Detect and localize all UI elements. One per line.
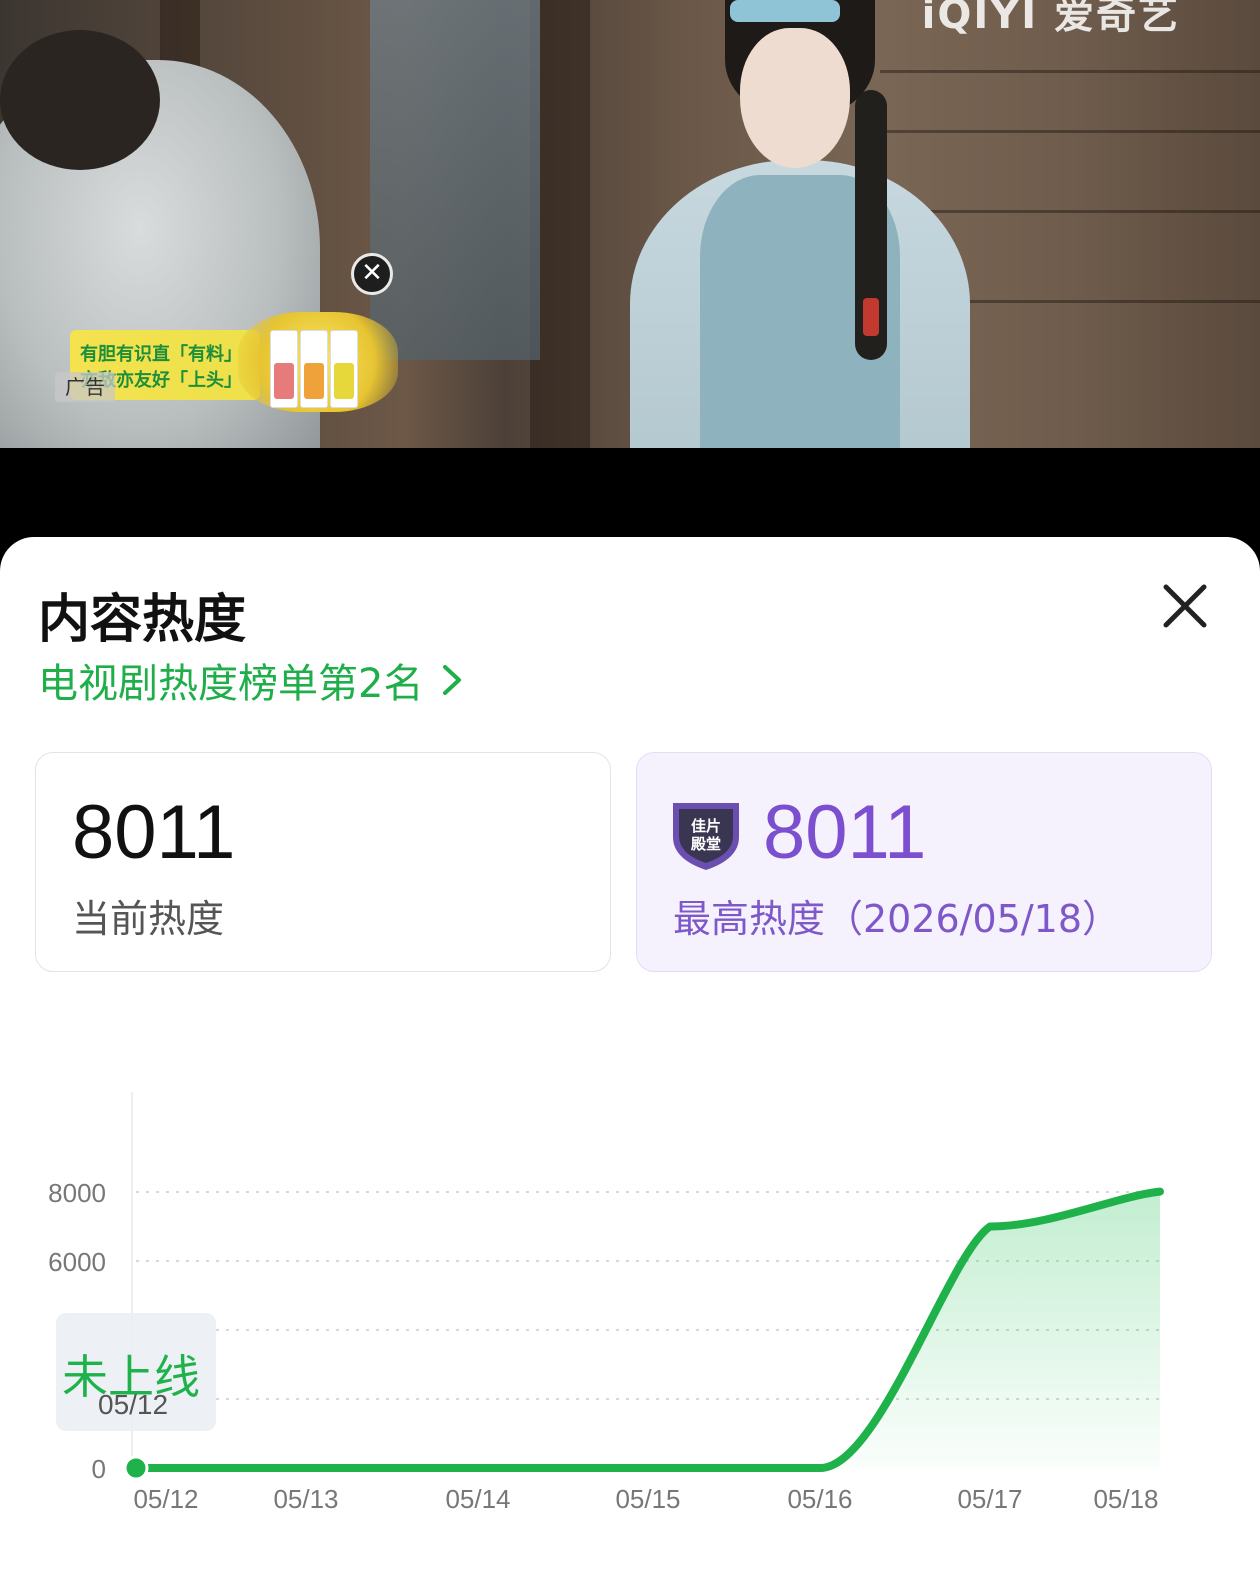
- curtain: [370, 0, 540, 360]
- close-icon[interactable]: [1160, 581, 1210, 631]
- iqiyi-watermark: iQIYI 爱奇艺: [921, 0, 1180, 38]
- y-tick-label: 8000: [48, 1178, 106, 1208]
- content-heat-panel: 内容热度 电视剧热度榜单第2名 8011 当前热度 佳片 殿堂 8011 最高热…: [0, 537, 1260, 1581]
- current-heat-label: 当前热度: [72, 897, 225, 941]
- peak-heat-value: 8011: [763, 790, 927, 875]
- rank-text: 电视剧热度榜单第2名: [38, 661, 424, 707]
- x-tick-label: 05/12: [133, 1484, 198, 1514]
- ad-line-1: 有胆有识直「有料」: [80, 344, 242, 365]
- badge-text-1: 佳片: [691, 817, 721, 835]
- x-tick-label: 05/18: [1093, 1484, 1158, 1514]
- panel-title: 内容热度: [38, 590, 247, 650]
- ad-label: 广告: [55, 372, 115, 402]
- braid-tie: [863, 298, 879, 336]
- chart-tooltip: 未上线 05/12: [56, 1313, 216, 1431]
- data-point-05-12[interactable]: [123, 1455, 149, 1481]
- x-tick-label: 05/15: [615, 1484, 680, 1514]
- actress-figure: [630, 0, 970, 448]
- badge-text-2: 殿堂: [690, 835, 721, 853]
- video-player[interactable]: iQIYI 爱奇艺 ✕ 有胆有识直「有料」 亦敌亦友好「上头」 广告: [0, 0, 1260, 448]
- hair-band: [730, 0, 840, 22]
- face: [740, 28, 850, 168]
- hall-of-fame-shield-icon: 佳片 殿堂: [673, 803, 739, 870]
- x-tick-label: 05/17: [957, 1484, 1022, 1514]
- chevron-right-icon: [443, 665, 462, 695]
- x-tick-label: 05/13: [273, 1484, 338, 1514]
- ad-product-image[interactable]: [238, 312, 398, 412]
- ad-product-box: [270, 330, 298, 408]
- man-head: [0, 30, 160, 170]
- ad-close-icon[interactable]: ✕: [351, 253, 393, 295]
- current-heat-value: 8011: [72, 790, 236, 875]
- ad-product-box: [330, 330, 358, 408]
- y-tick-label: 6000: [48, 1247, 106, 1277]
- peak-heat-card: 佳片 殿堂 8011 最高热度（2026/05/18）: [636, 752, 1212, 972]
- tooltip-date: 05/12: [98, 1389, 169, 1420]
- x-tick-label: 05/14: [445, 1484, 510, 1514]
- x-tick-label: 05/16: [787, 1484, 852, 1514]
- peak-heat-label: 最高热度（2026/05/18）: [673, 897, 1121, 941]
- current-heat-card: 8011 当前热度: [35, 752, 611, 972]
- ad-product-box: [300, 330, 328, 408]
- y-tick-label: 0: [92, 1454, 106, 1484]
- rank-link[interactable]: 电视剧热度榜单第2名: [38, 651, 463, 709]
